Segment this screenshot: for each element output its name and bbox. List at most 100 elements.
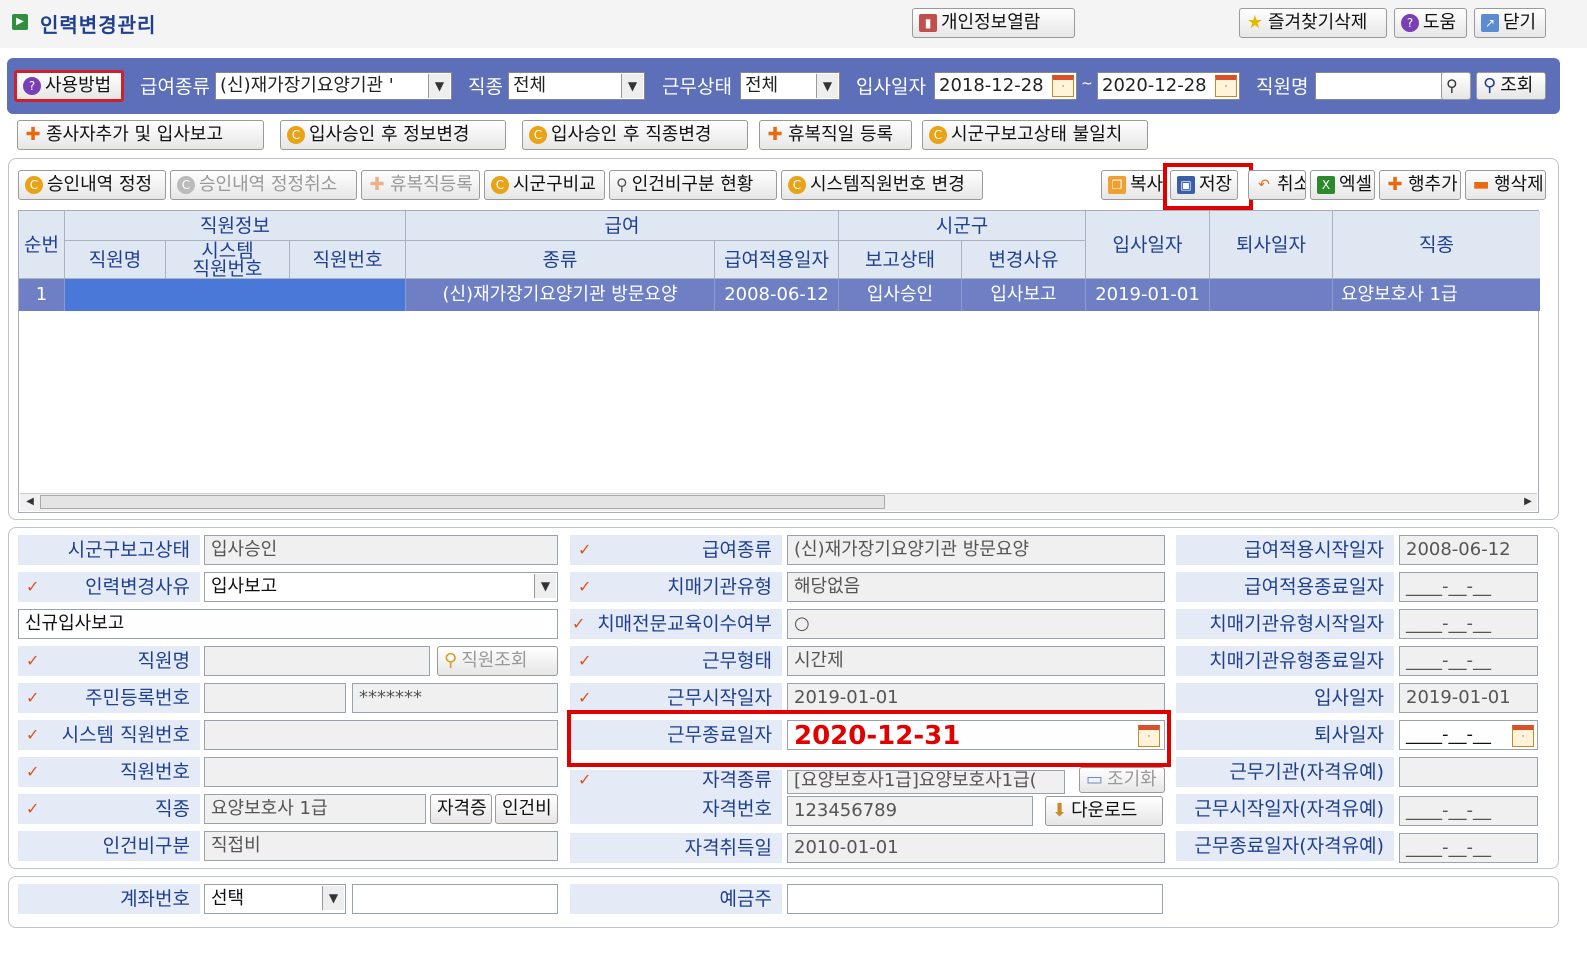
work-org-field[interactable] [1399,757,1538,787]
cancel-button[interactable]: ↶ 취소 [1248,170,1306,200]
undo-icon: ↶ [1258,177,1270,193]
required-check-icon: ✓ [578,770,592,789]
download-icon: ⬇ [1052,800,1068,821]
hire-date-label: 입사일자 [856,76,926,98]
report-status-field[interactable]: 입사승인 [204,535,558,565]
header-change-reason: 변경사유 [962,241,1086,279]
compare-button[interactable]: C 시군구비교 [484,170,605,200]
approve-cancel-button[interactable]: C 승인내역 정정취소 [170,170,357,200]
help-button[interactable]: ? 도움 [1394,8,1467,38]
calendar-icon[interactable]: · [1052,75,1074,97]
staff-name-field[interactable] [204,646,430,676]
we-field[interactable]: ____-__-__ [1399,833,1538,863]
ws-field[interactable]: ____-__-__ [1399,796,1538,826]
cell-job: 요양보호사 1급 [1333,279,1540,311]
dementia-type-field[interactable]: 해당없음 [787,572,1165,602]
sysno-field[interactable] [204,720,558,750]
pay-type-field[interactable]: (신)재가장기요양기관 방문요양 [787,535,1165,565]
labor-field[interactable]: 직접비 [204,831,558,861]
required-check-icon: ✓ [26,762,40,781]
sysno-change-button[interactable]: C 시스템직원번호 변경 [781,170,983,200]
header-pay-type: 종류 [406,241,715,279]
scroll-right-icon[interactable]: ▶ [1519,495,1537,509]
job-select[interactable]: 전체 ▼ [508,72,645,100]
dem-start-field[interactable]: ____-__-__ [1399,609,1538,639]
work-type-field[interactable]: 시간제 [787,646,1165,676]
name-search-button[interactable]: ⚲ [1441,72,1471,100]
staff-grid: 순번 직원정보 직원명 시스템 직원번호 직원번호 급여 종류 급여적용일자 시… [18,210,1540,513]
plus-icon: ✚ [25,124,41,145]
copy-icon: ❐ [1108,176,1126,194]
approve-fix-button[interactable]: C 승인내역 정정 [18,170,166,200]
cell-seq: 1 [19,279,65,311]
qualification-button[interactable]: 자격증 [430,794,492,824]
label-rrn: ✓ 주민등록번호 [18,683,200,713]
refresh-icon: C [25,176,43,194]
delete-row-button[interactable]: ▬ 행삭제 [1465,170,1546,200]
hire-field[interactable]: 2019-01-01 [1399,683,1538,713]
change-reason-select[interactable]: 입사보고 ▼ [204,572,558,602]
favorite-delete-button[interactable]: ★ 즐겨찾기삭제 [1239,8,1387,38]
search-button[interactable]: ⚲ 조회 [1476,72,1546,100]
label-ws: 근무시작일자(자격유예) [1176,794,1394,824]
refresh-icon: C [529,126,547,144]
job-field[interactable]: 요양보호사 1급 [204,794,426,824]
staff-no-field[interactable] [204,757,558,787]
calendar-icon[interactable]: · [1215,75,1237,97]
cell-staff-redacted [65,279,406,311]
dem-end-field[interactable]: ____-__-__ [1399,646,1538,676]
job-change-button[interactable]: C 입사승인 후 직종변경 [522,120,748,150]
download-button[interactable]: ⬇ 다운로드 [1045,796,1163,826]
pay-type-select[interactable]: (신)재가장기요양기관 ' ▼ [215,72,452,100]
qual-no-field[interactable]: 123456789 [787,796,1033,826]
qual-type-field[interactable]: [요양보호사1급]요양보호사1급( [787,770,1065,794]
labor-status-button[interactable]: ⚲ 인건비구분 현황 [609,170,777,200]
minus-icon: ▬ [1472,174,1490,195]
label-dementia-type: ✓ 치매기관유형 [570,572,782,602]
label-hire: 입사일자 [1176,683,1394,713]
label-pay-start: 급여적용시작일자 [1176,535,1394,565]
staff-search-button[interactable]: ⚲ 직원조회 [437,646,558,676]
label-staff-no: ✓ 직원번호 [18,757,200,787]
header-sigungu: 시군구 [839,211,1086,241]
close-button[interactable]: ↗ 닫기 [1474,8,1546,38]
account-number-input[interactable] [352,884,558,914]
excel-button[interactable]: X 엑셀 [1310,170,1375,200]
refresh-icon: C [788,176,806,194]
pay-end-field[interactable]: ____-__-__ [1399,572,1538,602]
qual-search-button[interactable]: ▭ 조기화 [1079,767,1165,793]
add-worker-button[interactable]: ✚ 종사자추가 및 입사보고 [17,120,264,150]
dementia-edu-field[interactable]: ○ [787,609,1165,639]
rrn-back-field[interactable]: ******* [352,683,558,713]
scrollbar-thumb[interactable] [40,495,885,509]
header-sys-no: 시스템 직원번호 [166,241,290,279]
qual-date-field[interactable]: 2010-01-01 [787,833,1165,863]
status-mismatch-button[interactable]: C 시군구보고상태 불일치 [922,120,1148,150]
leave-register-button[interactable]: ✚ 휴복직일 등록 [759,120,912,150]
privacy-view-button[interactable]: ▮ 개인정보열람 [912,8,1075,38]
reason-detail-input[interactable]: 신규입사보고 [18,609,558,639]
plus-icon: ✚ [1387,174,1403,195]
pay-start-field[interactable]: 2008-06-12 [1399,535,1538,565]
add-row-button[interactable]: ✚ 행추가 [1379,170,1461,200]
calendar-icon[interactable]: · [1512,725,1534,747]
search-icon: ⚲ [444,650,458,671]
label-pay-type: ✓ 급여종류 [570,535,782,565]
label-we: 근무종료일자(자격유예) [1176,831,1394,861]
info-change-button[interactable]: C 입사승인 후 정보변경 [280,120,506,150]
bank-select[interactable]: 선택 ▼ [204,884,346,914]
rrn-front-field[interactable] [204,683,346,713]
usage-button[interactable]: ? 사용방법 [14,70,124,102]
work-start-field[interactable]: 2019-01-01 [787,683,1165,713]
depositor-input[interactable] [787,884,1163,914]
scroll-left-icon[interactable]: ◀ [21,495,39,509]
pay-type-label: 급여종류 [140,76,210,98]
label-staff-name: ✓ 직원명 [18,646,200,676]
book-icon: ▮ [919,14,937,32]
copy-button[interactable]: ❐ 복사 [1101,170,1165,200]
labor-cost-button[interactable]: 인건비 [495,794,558,824]
cell-pay-type: (신)재가장기요양기관 방문요양 [406,279,715,311]
leave-reg-button[interactable]: ✚ 휴복직등록 [361,170,480,200]
staff-name-input[interactable] [1315,72,1443,100]
status-select[interactable]: 전체 ▼ [740,72,840,100]
